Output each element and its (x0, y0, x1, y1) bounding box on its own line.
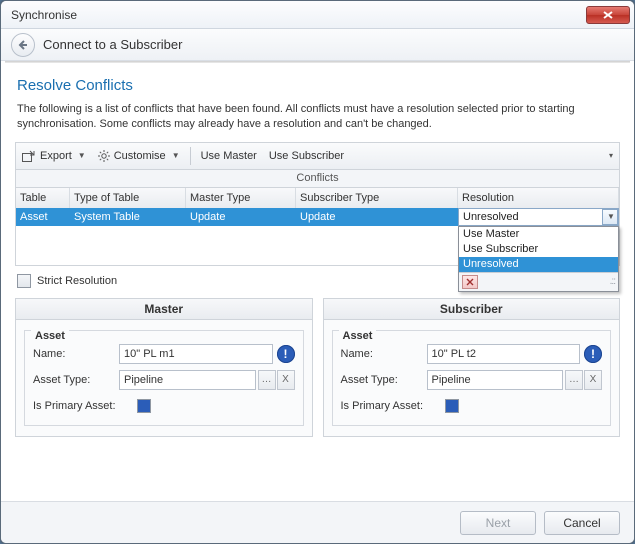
chevron-down-icon: ▼ (172, 151, 180, 160)
subscriber-panel-title: Subscriber (323, 298, 621, 320)
clear-button[interactable]: X (584, 370, 602, 390)
grid-column-headers: Table Type of Table Master Type Subscrib… (15, 188, 620, 208)
master-group-legend: Asset (31, 330, 69, 342)
col-header-subscriber-type[interactable]: Subscriber Type (296, 188, 458, 208)
combobox-arrow[interactable]: ▼ (602, 209, 618, 225)
subscriber-is-primary-checkbox[interactable] (445, 399, 459, 413)
subscriber-is-primary-label: Is Primary Asset: (341, 400, 445, 412)
use-subscriber-label: Use Subscriber (269, 150, 344, 162)
master-is-primary-label: Is Primary Asset: (33, 400, 137, 412)
cancel-button[interactable]: Cancel (544, 511, 620, 535)
master-asset-group: Asset Name: 10" PL m1 ! Asset Type: Pipe… (24, 330, 304, 426)
page-heading: Resolve Conflicts (17, 77, 620, 94)
lookup-button[interactable]: … (258, 370, 276, 390)
use-master-button[interactable]: Use Master (195, 143, 263, 169)
chevron-down-icon: ▼ (607, 212, 615, 221)
window-title: Synchronise (11, 8, 586, 22)
chevron-down-icon: ▾ (609, 151, 613, 160)
close-button[interactable] (586, 6, 630, 24)
toolbar-separator (190, 147, 191, 165)
master-name-input[interactable]: 10" PL m1 (119, 344, 273, 364)
customise-label: Customise (114, 150, 166, 162)
cell-subscriber-type: Update (296, 208, 458, 226)
back-button[interactable] (11, 33, 35, 57)
col-header-resolution[interactable]: Resolution (458, 188, 619, 208)
master-is-primary-checkbox[interactable] (137, 399, 151, 413)
cell-type-of-table: System Table (70, 208, 186, 226)
export-icon (22, 150, 36, 162)
grid-toolbar: Export ▼ Customise ▼ Use Master Use Subs… (15, 142, 620, 170)
subscriber-asset-group: Asset Name: 10" PL t2 ! Asset Type: Pipe… (332, 330, 612, 426)
resolution-value: Unresolved (463, 211, 519, 223)
col-header-type[interactable]: Type of Table (70, 188, 186, 208)
close-icon (603, 11, 613, 19)
cell-resolution: Unresolved ▼ Use Master Use Subscriber U… (458, 208, 619, 226)
resolution-dropdown: Use Master Use Subscriber Unresolved .:: (458, 226, 619, 292)
master-asset-type-label: Asset Type: (33, 374, 119, 386)
info-icon[interactable]: ! (277, 345, 295, 363)
subscriber-asset-type-input[interactable]: Pipeline (427, 370, 564, 390)
resolution-option-use-subscriber[interactable]: Use Subscriber (459, 242, 618, 257)
master-name-label: Name: (33, 348, 119, 360)
cell-master-type: Update (186, 208, 296, 226)
dropdown-clear-button[interactable] (462, 275, 478, 289)
export-label: Export (40, 150, 72, 162)
strict-resolution-checkbox[interactable] (17, 274, 31, 288)
resolution-option-use-master[interactable]: Use Master (459, 227, 618, 242)
back-arrow-icon (17, 39, 29, 51)
subscriber-name-input[interactable]: 10" PL t2 (427, 344, 581, 364)
resolution-option-unresolved[interactable]: Unresolved (459, 257, 618, 272)
compare-container: Master Asset Name: 10" PL m1 ! Asset Typ… (15, 298, 620, 437)
page-description: The following is a list of conflicts tha… (17, 102, 620, 132)
synchronise-window: Synchronise Connect to a Subscriber Reso… (0, 0, 635, 544)
titlebar: Synchronise (1, 1, 634, 29)
chevron-down-icon: ▼ (78, 151, 86, 160)
subscriber-panel: Subscriber Asset Name: 10" PL t2 ! Asset… (323, 298, 621, 437)
next-button[interactable]: Next (460, 511, 536, 535)
subscriber-group-legend: Asset (339, 330, 377, 342)
page-body: Resolve Conflicts The following is a lis… (1, 63, 634, 437)
master-panel-title: Master (15, 298, 313, 320)
customise-button[interactable]: Customise ▼ (92, 143, 186, 169)
resolution-combobox[interactable]: Unresolved ▼ (458, 208, 619, 226)
grid-group-header: Conflicts (15, 170, 620, 188)
export-button[interactable]: Export ▼ (16, 143, 92, 169)
wizard-header: Connect to a Subscriber (1, 29, 634, 61)
use-subscriber-button[interactable]: Use Subscriber (263, 143, 350, 169)
dropdown-footer: .:: (459, 272, 618, 291)
gear-icon (98, 150, 110, 162)
conflict-row[interactable]: Asset System Table Update Update Unresol… (15, 208, 620, 226)
strict-resolution-label: Strict Resolution (37, 275, 117, 287)
lookup-button[interactable]: … (565, 370, 583, 390)
subscriber-name-label: Name: (341, 348, 427, 360)
cell-table: Asset (16, 208, 70, 226)
x-icon (466, 278, 474, 286)
master-panel: Master Asset Name: 10" PL m1 ! Asset Typ… (15, 298, 313, 437)
col-header-table[interactable]: Table (16, 188, 70, 208)
subscriber-asset-type-label: Asset Type: (341, 374, 427, 386)
toolbar-overflow[interactable]: ▾ (601, 143, 619, 169)
clear-button[interactable]: X (277, 370, 295, 390)
resize-grip-icon[interactable]: .:: (610, 276, 615, 287)
wizard-footer: Next Cancel (1, 501, 634, 543)
col-header-master-type[interactable]: Master Type (186, 188, 296, 208)
master-asset-type-input[interactable]: Pipeline (119, 370, 256, 390)
info-icon[interactable]: ! (584, 345, 602, 363)
use-master-label: Use Master (201, 150, 257, 162)
wizard-subtitle: Connect to a Subscriber (43, 37, 182, 52)
